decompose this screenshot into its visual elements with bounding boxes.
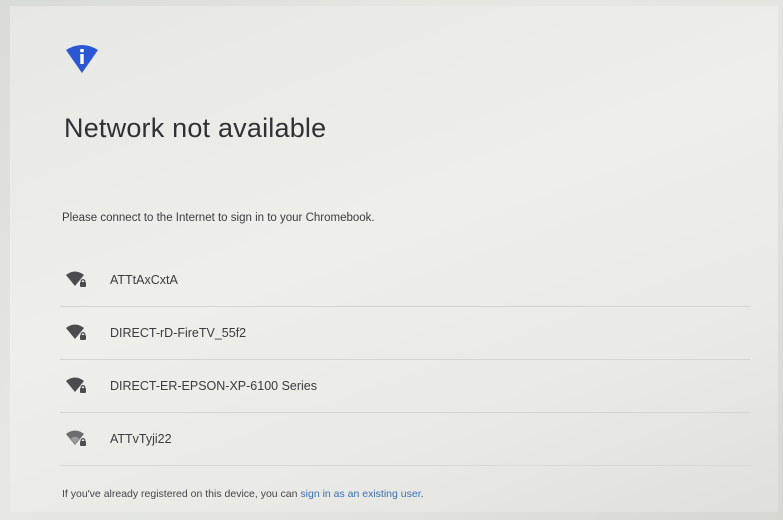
sign-in-existing-user-link[interactable]: sign in as an existing user <box>300 488 420 500</box>
network-name: DIRECT-rD-FireTV_55f2 <box>110 326 247 340</box>
network-item-firetv[interactable]: DIRECT-rD-FireTV_55f2 <box>60 307 750 360</box>
footer-text: If you've already registered on this dev… <box>62 488 424 500</box>
page-subtitle: Please connect to the Internet to sign i… <box>62 212 375 224</box>
network-name: DIRECT-ER-EPSON-XP-6100 Series <box>110 379 318 393</box>
footer-end: . <box>420 488 424 500</box>
network-name: ATTvTyji22 <box>110 432 172 446</box>
wifi-locked-icon <box>66 271 86 287</box>
login-screen: Network not available Please connect to … <box>10 6 778 512</box>
page-title: Network not available <box>64 113 327 143</box>
wifi-locked-icon <box>66 324 86 340</box>
wifi-locked-icon <box>66 430 86 446</box>
wifi-locked-icon <box>66 377 86 393</box>
info-shield-icon <box>66 45 98 73</box>
network-item-attta[interactable]: ATTtAxCxtA <box>60 254 750 307</box>
network-item-epson[interactable]: DIRECT-ER-EPSON-XP-6100 Series <box>60 360 750 413</box>
footer-prefix: If you've already registered on this dev… <box>62 488 301 500</box>
network-item-attvt[interactable]: ATTvTyji22 <box>60 413 750 466</box>
network-name: ATTtAxCxtA <box>110 273 178 287</box>
network-list: ATTtAxCxtA DIRECT-rD-FireTV_55f2 DIRECT-… <box>60 254 750 466</box>
